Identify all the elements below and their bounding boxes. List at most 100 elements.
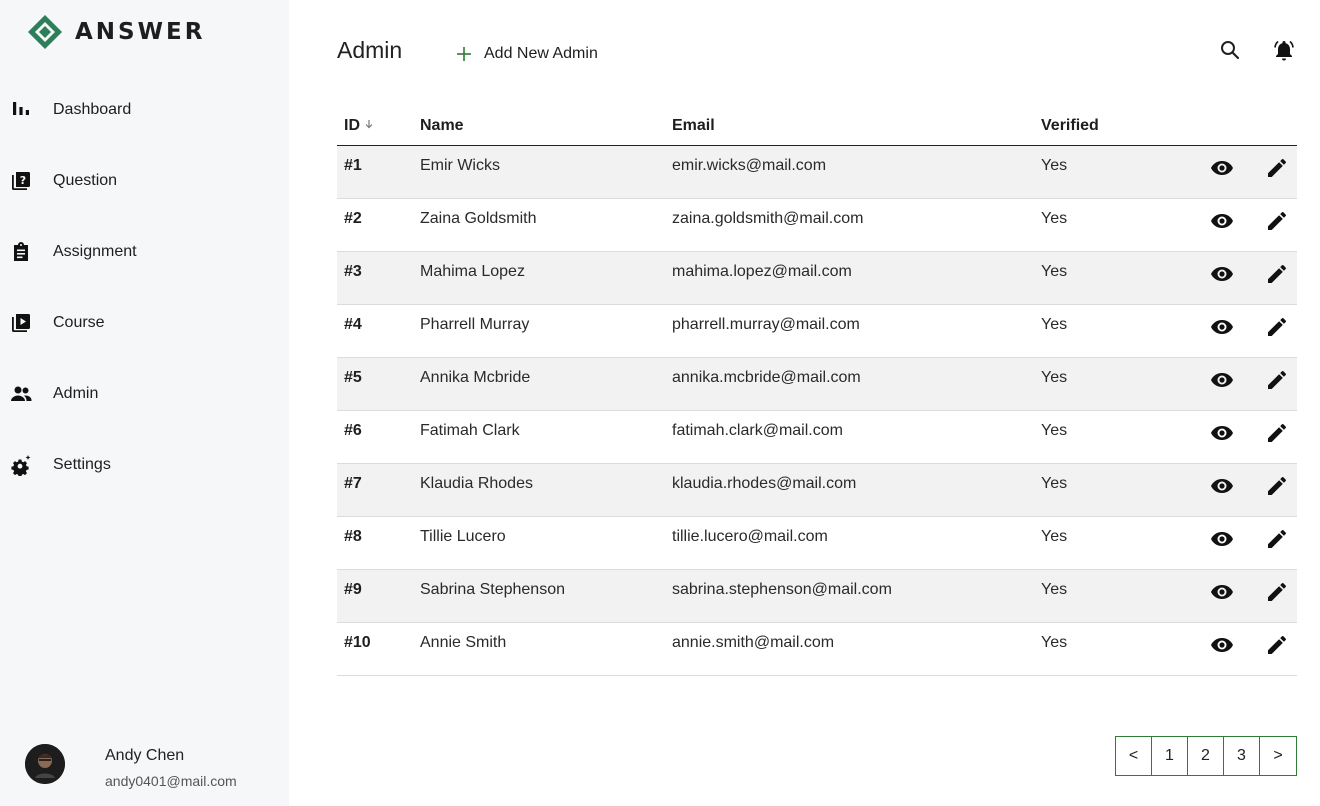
pencil-icon <box>1265 527 1289 551</box>
pagination-next-button[interactable]: > <box>1260 737 1296 775</box>
view-button[interactable] <box>1210 633 1234 657</box>
question-book-icon: ? <box>10 170 32 192</box>
table-row: #2 Zaina Goldsmith zaina.goldsmith@mail.co… <box>337 199 1297 252</box>
search-icon <box>1221 41 1240 60</box>
cell-verified: Yes <box>1041 634 1068 651</box>
bell-icon <box>1274 40 1294 61</box>
cell-verified: Yes <box>1041 316 1068 333</box>
cell-id: #10 <box>344 634 371 651</box>
cell-verified: Yes <box>1041 369 1068 386</box>
view-button[interactable] <box>1210 580 1234 604</box>
edit-button[interactable] <box>1265 527 1289 551</box>
table-row: #9 Sabrina Stephenson sabrina.stephenson@m… <box>337 570 1297 623</box>
sidebar-item-label: Course <box>53 314 105 331</box>
eye-icon <box>1210 633 1234 657</box>
column-header-name[interactable]: Name <box>420 117 464 135</box>
pencil-icon <box>1265 633 1289 657</box>
pagination-page-1[interactable]: 1 <box>1152 737 1188 775</box>
cell-email: annika.mcbride@mail.com <box>672 369 861 386</box>
table-row: #6 Fatimah Clark fatimah.clark@mail.com Yes <box>337 411 1297 464</box>
edit-button[interactable] <box>1265 262 1289 286</box>
column-header-id[interactable]: ID <box>344 117 374 135</box>
user-profile[interactable]: Andy Chen andy0401@mail.com <box>0 730 289 800</box>
add-new-admin-button[interactable]: Add New Admin <box>455 42 598 66</box>
pagination-page-3[interactable]: 3 <box>1224 737 1260 775</box>
table-row: #1 Emir Wicks emir.wicks@mail.com Yes <box>337 146 1297 199</box>
eye-icon <box>1210 368 1234 392</box>
cell-name: Tillie Lucero <box>420 528 506 545</box>
sidebar-item-dashboard[interactable]: Dashboard <box>0 90 289 130</box>
admin-table: ID Name Email Verified #1 Emir Wicks emir.… <box>337 108 1297 676</box>
pencil-icon <box>1265 421 1289 445</box>
cell-id: #9 <box>344 581 362 598</box>
view-button[interactable] <box>1210 262 1234 286</box>
answer-logo-icon <box>28 15 62 49</box>
sidebar-item-admin[interactable]: Admin <box>0 374 289 414</box>
edit-button[interactable] <box>1265 421 1289 445</box>
sort-arrow-down-icon <box>365 120 373 129</box>
cell-verified: Yes <box>1041 263 1068 280</box>
search-button[interactable] <box>1218 38 1242 62</box>
cell-id: #3 <box>344 263 362 280</box>
cell-name: Annika Mcbride <box>420 369 531 386</box>
sidebar-item-question[interactable]: ? Question <box>0 161 289 201</box>
pagination-prev-button[interactable]: < <box>1116 737 1152 775</box>
eye-icon <box>1210 315 1234 339</box>
view-button[interactable] <box>1210 315 1234 339</box>
avatar[interactable] <box>25 744 65 784</box>
pencil-icon <box>1265 156 1289 180</box>
table-row: #4 Pharrell Murray pharrell.murray@mail.co… <box>337 305 1297 358</box>
view-button[interactable] <box>1210 421 1234 445</box>
sidebar: ANSWER Dashboard ? Question Assignment C… <box>0 0 289 806</box>
edit-button[interactable] <box>1265 474 1289 498</box>
pencil-icon <box>1265 368 1289 392</box>
sidebar-item-assignment[interactable]: Assignment <box>0 232 289 272</box>
cell-email: fatimah.clark@mail.com <box>672 422 843 439</box>
table-body: #1 Emir Wicks emir.wicks@mail.com Yes #2 Zain… <box>337 146 1297 676</box>
bar-chart-icon <box>10 99 32 121</box>
cell-name: Sabrina Stephenson <box>420 581 565 598</box>
pencil-icon <box>1265 474 1289 498</box>
pencil-icon <box>1265 315 1289 339</box>
view-button[interactable] <box>1210 209 1234 233</box>
cell-email: sabrina.stephenson@mail.com <box>672 581 892 598</box>
people-icon <box>10 383 32 405</box>
edit-button[interactable] <box>1265 209 1289 233</box>
user-email: andy0401@mail.com <box>105 773 237 789</box>
clipboard-icon <box>10 241 32 263</box>
eye-icon <box>1210 527 1234 551</box>
cell-email: pharrell.murray@mail.com <box>672 316 860 333</box>
pagination-page-2[interactable]: 2 <box>1188 737 1224 775</box>
cell-verified: Yes <box>1041 157 1068 174</box>
app-logo[interactable]: ANSWER <box>27 14 205 50</box>
cell-name: Fatimah Clark <box>420 422 520 439</box>
sidebar-item-label: Settings <box>53 456 111 473</box>
cell-email: zaina.goldsmith@mail.com <box>672 210 864 227</box>
view-button[interactable] <box>1210 368 1234 392</box>
eye-icon <box>1210 580 1234 604</box>
sidebar-item-course[interactable]: Course <box>0 303 289 343</box>
page-title: Admin <box>337 37 403 63</box>
view-button[interactable] <box>1210 156 1234 180</box>
cell-verified: Yes <box>1041 581 1068 598</box>
pencil-icon <box>1265 580 1289 604</box>
cell-id: #1 <box>344 157 362 174</box>
cell-id: #2 <box>344 210 362 227</box>
cell-email: annie.smith@mail.com <box>672 634 835 651</box>
column-header-email[interactable]: Email <box>672 117 715 135</box>
view-button[interactable] <box>1210 474 1234 498</box>
cell-name: Annie Smith <box>420 634 507 651</box>
edit-button[interactable] <box>1265 156 1289 180</box>
edit-button[interactable] <box>1265 315 1289 339</box>
cell-id: #5 <box>344 369 362 386</box>
view-button[interactable] <box>1210 527 1234 551</box>
edit-button[interactable] <box>1265 633 1289 657</box>
notifications-button[interactable] <box>1272 38 1296 62</box>
cell-id: #4 <box>344 316 362 333</box>
sidebar-item-settings[interactable]: Settings <box>0 445 289 485</box>
edit-button[interactable] <box>1265 368 1289 392</box>
add-new-admin-label: Add New Admin <box>484 45 598 62</box>
edit-button[interactable] <box>1265 580 1289 604</box>
cell-id: #6 <box>344 422 362 439</box>
column-header-verified[interactable]: Verified <box>1041 117 1099 135</box>
